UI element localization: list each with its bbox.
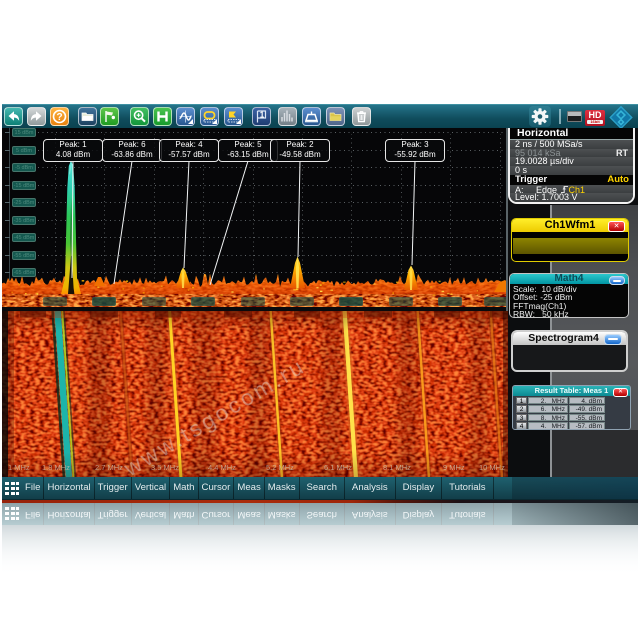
svg-text:?: ? xyxy=(56,112,62,123)
svg-text:1: 1 xyxy=(260,111,265,120)
